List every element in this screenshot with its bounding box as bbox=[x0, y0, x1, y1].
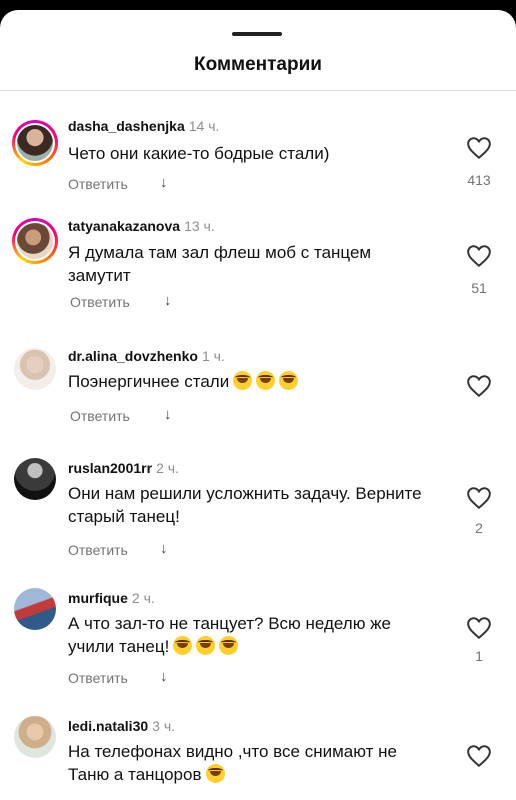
comment-text: Они нам решили усложнить задачу. Верните… bbox=[68, 484, 422, 526]
comments-sheet: Комментарии dasha_dashenjka 14 ч. Чето он… bbox=[0, 10, 516, 800]
sheet-grabber[interactable] bbox=[232, 32, 282, 36]
arrow-down-icon[interactable]: ↓ bbox=[160, 540, 168, 557]
reply-button[interactable]: Ответить bbox=[68, 542, 128, 558]
comment-item: ledi.natali30 3 ч. На телефонах видно ,чт… bbox=[0, 710, 516, 800]
reply-button[interactable]: Ответить bbox=[68, 670, 128, 686]
comment-time: 3 ч. bbox=[152, 718, 176, 734]
avatar[interactable] bbox=[14, 348, 56, 390]
tears-of-joy-emoji-icon bbox=[279, 371, 299, 390]
comment-header: dr.alina_dovzhenko 1 ч. bbox=[68, 348, 225, 364]
comment-username[interactable]: tatyanakazanova bbox=[68, 218, 180, 234]
reply-button[interactable]: Ответить bbox=[70, 294, 130, 310]
like-count: 1 bbox=[475, 648, 483, 664]
heart-icon[interactable] bbox=[466, 616, 492, 640]
header-divider bbox=[0, 90, 516, 91]
heart-icon[interactable] bbox=[466, 136, 492, 160]
avatar[interactable] bbox=[14, 588, 56, 630]
comment-header: tatyanakazanova 13 ч. bbox=[68, 218, 215, 234]
reply-button[interactable]: Ответить bbox=[68, 176, 128, 192]
comment-time: 2 ч. bbox=[156, 460, 179, 476]
avatar[interactable] bbox=[14, 716, 56, 758]
avatar[interactable] bbox=[12, 218, 58, 264]
tears-of-joy-emoji-icon bbox=[256, 371, 276, 390]
heart-icon[interactable] bbox=[466, 244, 492, 268]
comment-item: murfique 2 ч. А что зал-то не танцует? Вс… bbox=[0, 584, 516, 704]
comment-text: Чето они какие-то бодрые стали) bbox=[68, 144, 330, 163]
comment-header: murfique 2 ч. bbox=[68, 590, 155, 606]
like-count: 51 bbox=[471, 280, 487, 296]
avatar[interactable] bbox=[14, 458, 56, 500]
grinning-sweat-emoji-icon bbox=[205, 764, 225, 783]
like-count: 2 bbox=[475, 520, 483, 536]
arrow-down-icon[interactable]: ↓ bbox=[164, 292, 172, 309]
tears-of-joy-emoji-icon bbox=[173, 636, 193, 655]
tears-of-joy-emoji-icon bbox=[196, 636, 216, 655]
avatar[interactable] bbox=[12, 120, 58, 166]
comment-time: 13 ч. bbox=[184, 218, 215, 234]
comment-text: На телефонах видно ,что все снимают не Т… bbox=[68, 742, 397, 784]
comment-username[interactable]: murfique bbox=[68, 590, 128, 606]
heart-icon[interactable] bbox=[466, 744, 492, 768]
comment-username[interactable]: dasha_dashenjka bbox=[68, 118, 185, 134]
comment-username[interactable]: dr.alina_dovzhenko bbox=[68, 348, 198, 364]
comment-item: dasha_dashenjka 14 ч. Чето они какие-то б… bbox=[0, 106, 516, 226]
arrow-down-icon[interactable]: ↓ bbox=[160, 668, 168, 685]
comment-time: 1 ч. bbox=[201, 348, 225, 364]
arrow-down-icon[interactable]: ↓ bbox=[164, 406, 172, 423]
comment-item: dr.alina_dovzhenko 1 ч. Поэнергичнее стал… bbox=[0, 344, 516, 464]
tears-of-joy-emoji-icon bbox=[219, 636, 239, 655]
comment-header: ruslan2001rr 2 ч. bbox=[68, 460, 179, 476]
arrow-down-icon[interactable]: ↓ bbox=[160, 174, 168, 191]
like-count: 413 bbox=[467, 172, 491, 188]
comment-text: А что зал-то не танцует? Всю неделю же у… bbox=[68, 614, 392, 656]
comment-item: ruslan2001rr 2 ч. Они нам решили усложнит… bbox=[0, 456, 516, 576]
sheet-title: Комментарии bbox=[194, 54, 322, 75]
heart-icon[interactable] bbox=[466, 486, 492, 510]
comment-item: tatyanakazanova 13 ч. Я думала там зал фл… bbox=[0, 210, 516, 330]
tears-of-joy-emoji-icon bbox=[233, 371, 253, 390]
comment-header: dasha_dashenjka 14 ч. bbox=[68, 118, 219, 134]
comment-time: 2 ч. bbox=[131, 590, 155, 606]
comment-username[interactable]: ruslan2001rr bbox=[68, 460, 152, 476]
comment-header: ledi.natali30 3 ч. bbox=[68, 718, 175, 734]
comment-text: Я думала там зал флеш моб с танцем замут… bbox=[68, 243, 372, 285]
comment-text: Поэнергичнее стали bbox=[68, 370, 438, 393]
heart-icon[interactable] bbox=[466, 374, 492, 398]
reply-button[interactable]: Ответить bbox=[70, 408, 130, 424]
comment-username[interactable]: ledi.natali30 bbox=[68, 718, 148, 734]
comment-time: 14 ч. bbox=[188, 118, 220, 134]
